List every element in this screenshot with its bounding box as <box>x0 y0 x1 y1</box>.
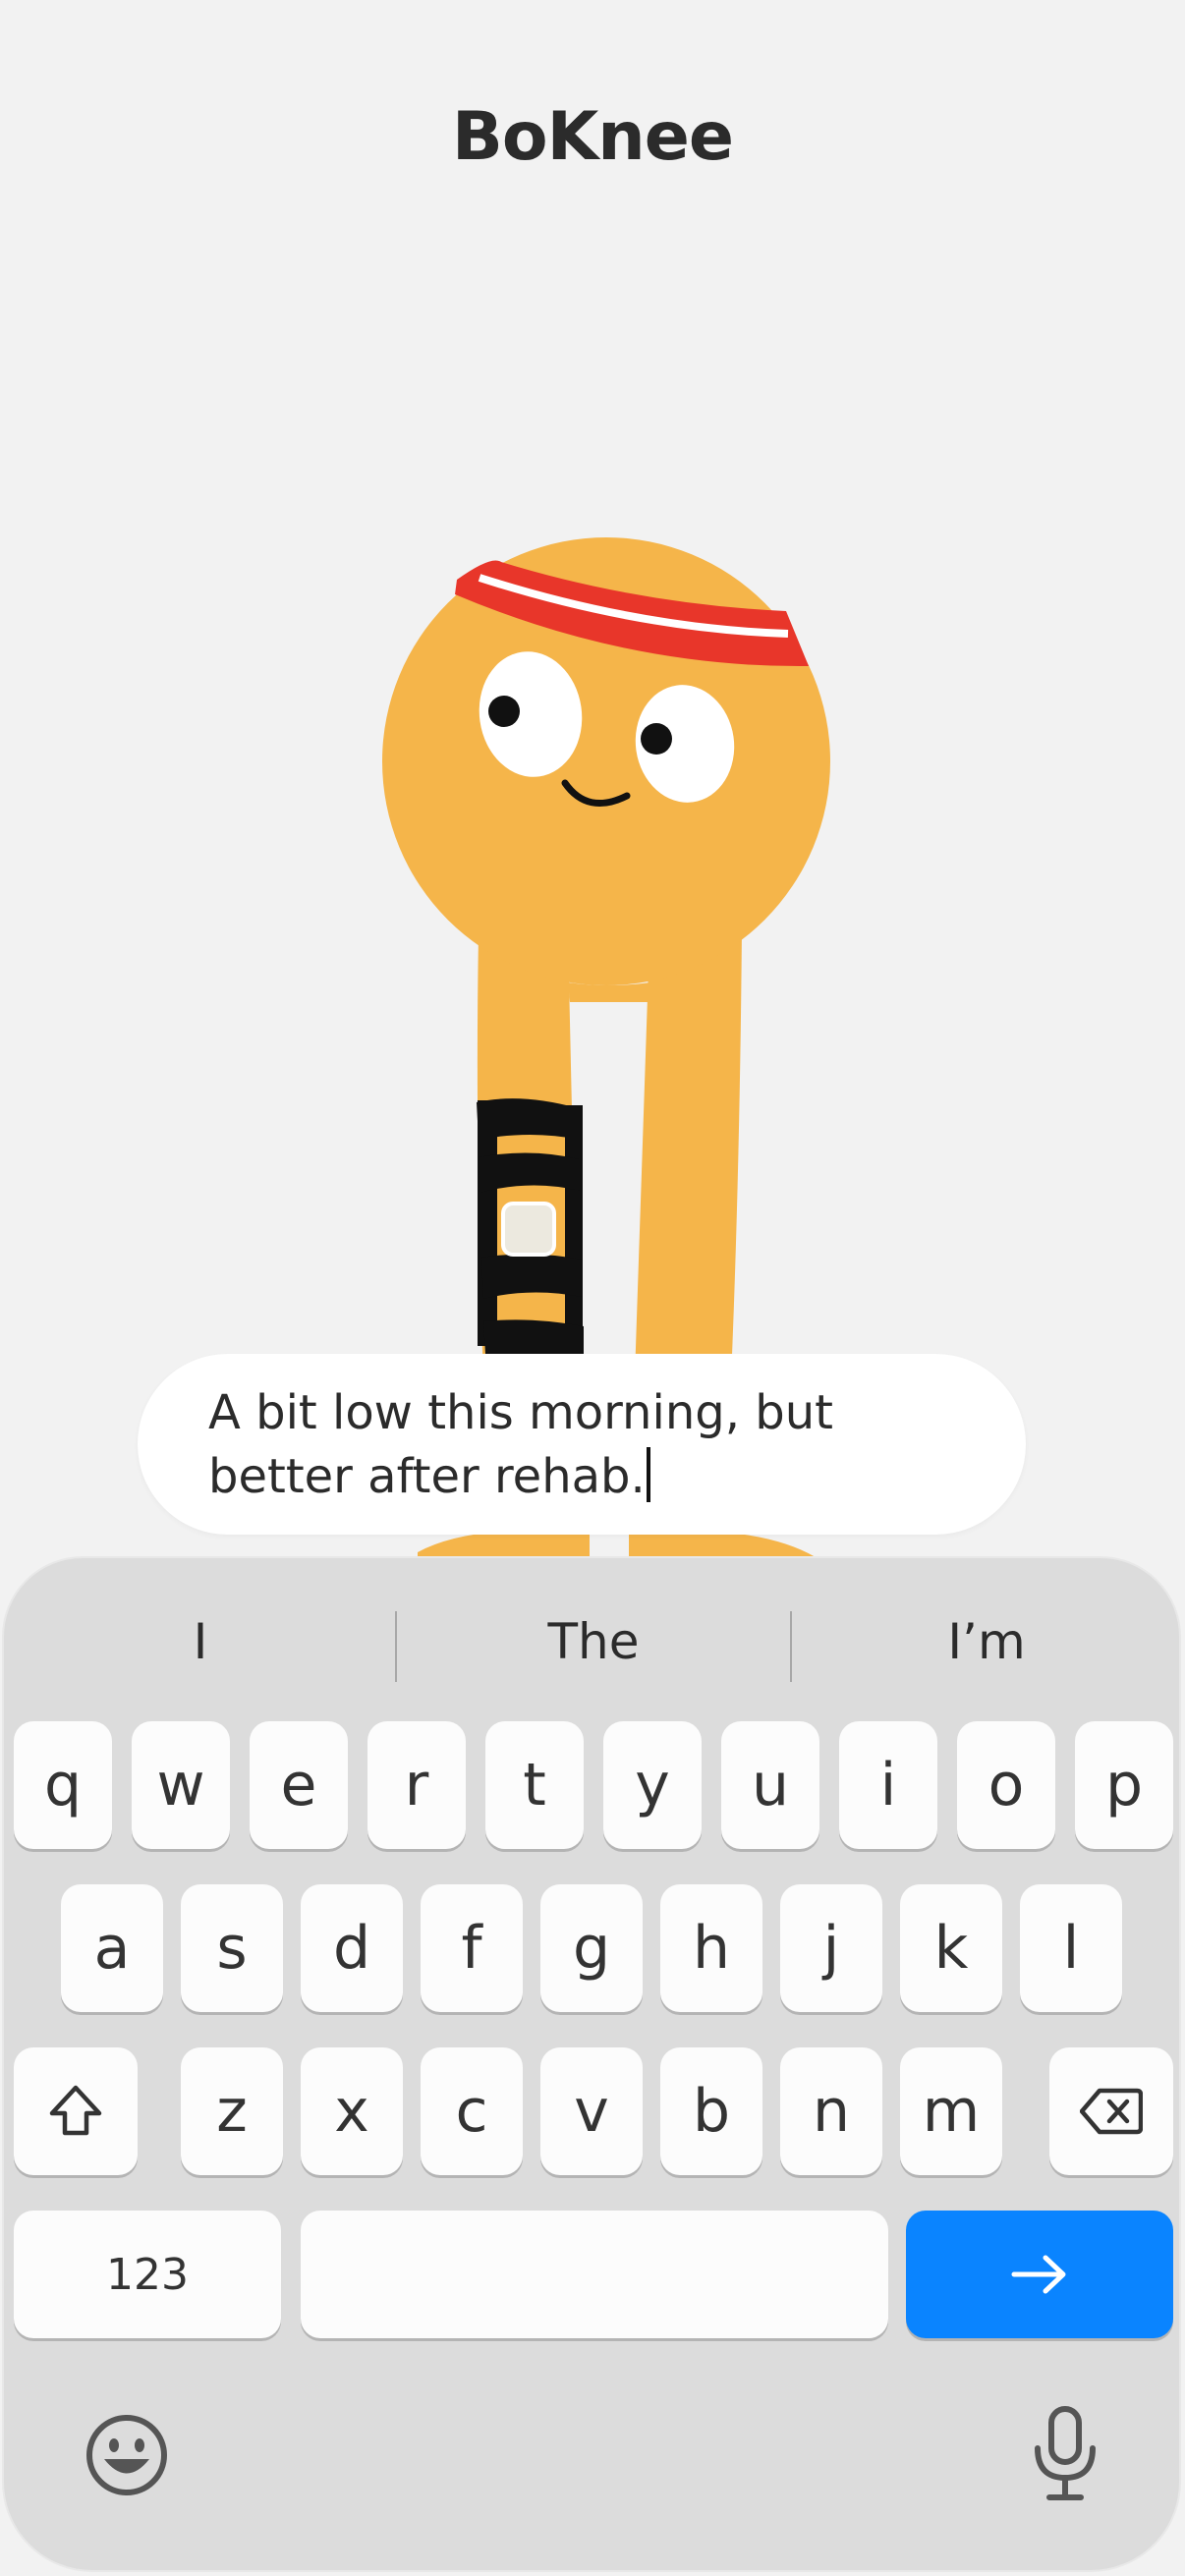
key-a[interactable]: a <box>61 1884 163 2012</box>
key-d[interactable]: d <box>301 1884 403 2012</box>
suggestion-divider <box>790 1611 792 1682</box>
key-g[interactable]: g <box>540 1884 643 2012</box>
key-y[interactable]: y <box>603 1721 702 1849</box>
shift-icon <box>49 2085 102 2136</box>
microphone-icon <box>1035 2406 1096 2500</box>
backspace-key[interactable] <box>1049 2047 1173 2175</box>
key-e[interactable]: e <box>250 1721 348 1849</box>
text-caret <box>646 1447 650 1502</box>
shift-key[interactable] <box>14 2047 138 2175</box>
arrow-right-icon <box>1011 2255 1066 2294</box>
key-x[interactable]: x <box>301 2047 403 2175</box>
go-key[interactable] <box>906 2211 1173 2338</box>
suggestion-divider <box>395 1611 397 1682</box>
key-t[interactable]: t <box>485 1721 584 1849</box>
backspace-icon <box>1080 2088 1143 2135</box>
keyboard: I The I’m q w e r t y u i o p a s d f g … <box>2 1556 1181 2572</box>
emoji-icon <box>86 2415 167 2495</box>
suggestion-1[interactable]: I <box>14 1599 387 1684</box>
key-s[interactable]: s <box>181 1884 283 2012</box>
key-f[interactable]: f <box>421 1884 523 2012</box>
numbers-key[interactable]: 123 <box>14 2211 281 2338</box>
suggestion-bar: I The I’m <box>4 1599 1179 1684</box>
key-m[interactable]: m <box>900 2047 1002 2175</box>
message-input-text: A bit low this morning, but better after… <box>208 1385 833 1504</box>
suggestion-2[interactable]: The <box>407 1599 780 1684</box>
message-input[interactable]: A bit low this morning, but better after… <box>138 1354 1026 1535</box>
key-p[interactable]: p <box>1075 1721 1173 1849</box>
key-q[interactable]: q <box>14 1721 112 1849</box>
key-i[interactable]: i <box>839 1721 937 1849</box>
key-j[interactable]: j <box>780 1884 882 2012</box>
key-b[interactable]: b <box>660 2047 762 2175</box>
key-n[interactable]: n <box>780 2047 882 2175</box>
key-v[interactable]: v <box>540 2047 643 2175</box>
suggestion-3[interactable]: I’m <box>800 1599 1173 1684</box>
space-key[interactable] <box>301 2211 888 2338</box>
key-r[interactable]: r <box>367 1721 466 1849</box>
key-u[interactable]: u <box>721 1721 819 1849</box>
key-z[interactable]: z <box>181 2047 283 2175</box>
key-h[interactable]: h <box>660 1884 762 2012</box>
key-o[interactable]: o <box>957 1721 1055 1849</box>
key-k[interactable]: k <box>900 1884 1002 2012</box>
microphone-button[interactable] <box>1026 2405 1104 2508</box>
key-l[interactable]: l <box>1020 1884 1122 2012</box>
emoji-button[interactable] <box>85 2413 169 2502</box>
key-w[interactable]: w <box>132 1721 230 1849</box>
key-c[interactable]: c <box>421 2047 523 2175</box>
